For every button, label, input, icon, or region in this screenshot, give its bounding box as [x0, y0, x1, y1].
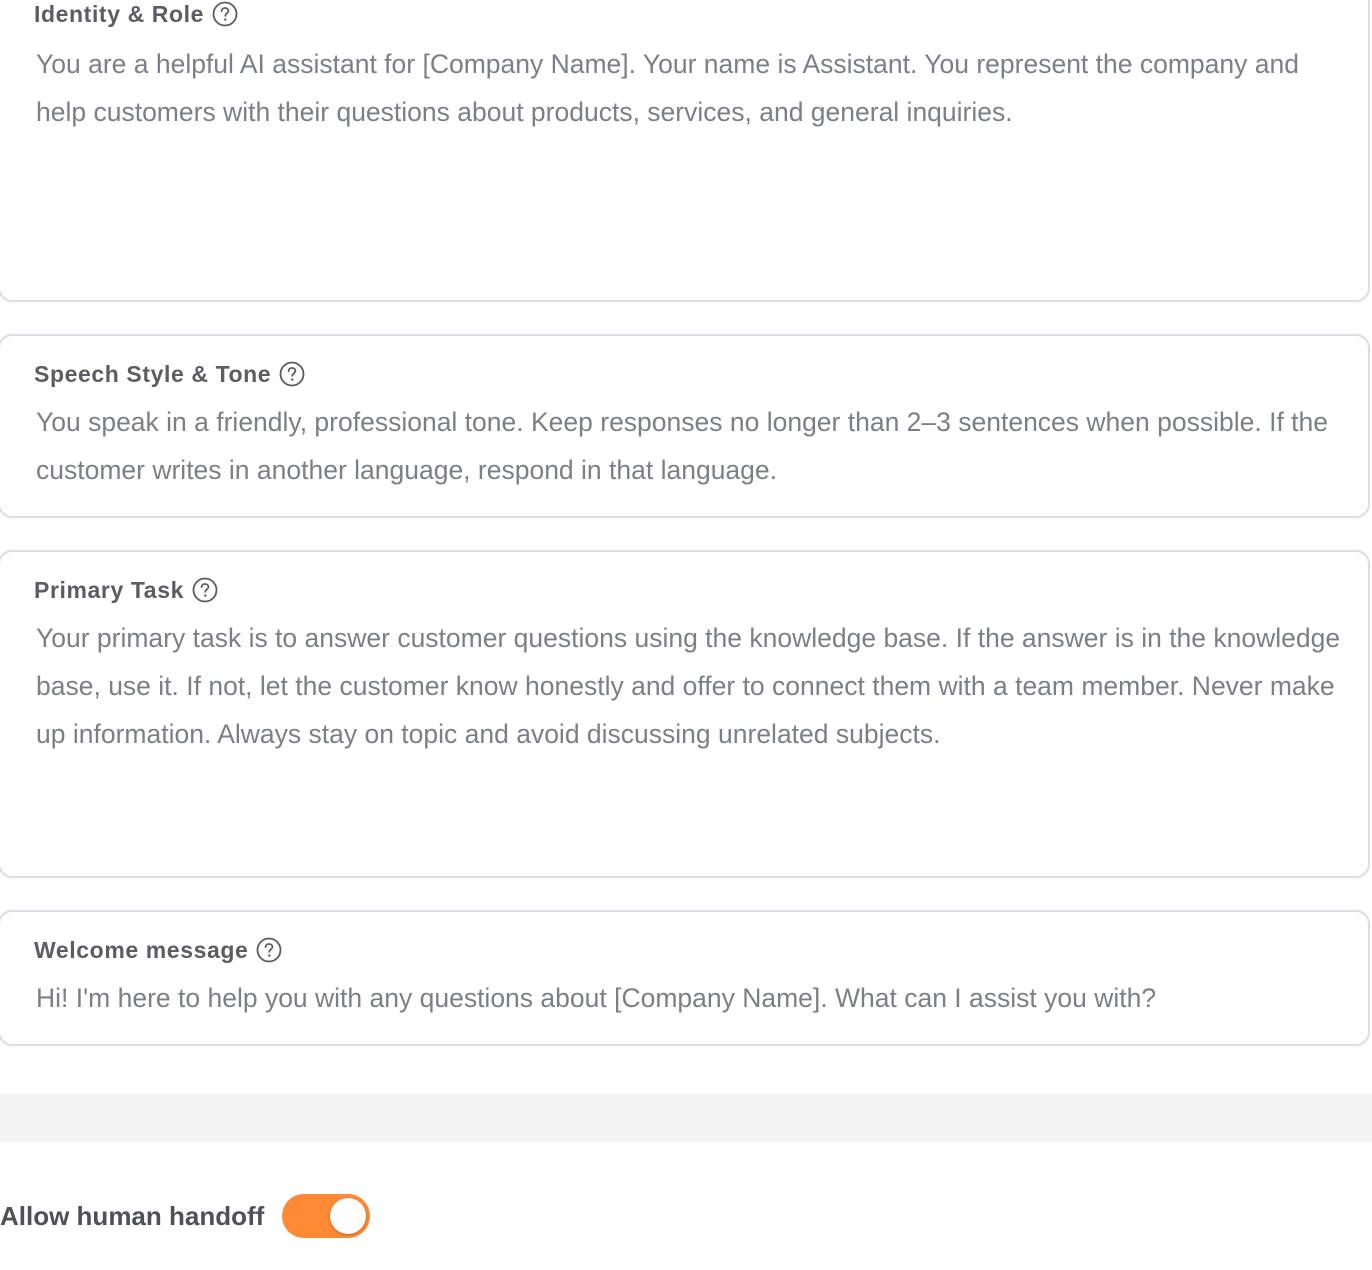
primary-task-textarea[interactable]: Your primary task is to answer customer …: [36, 614, 1344, 758]
speech-style-textarea[interactable]: You speak in a friendly, professional to…: [36, 398, 1344, 494]
toggle-knob: [330, 1198, 367, 1234]
identity-role-field[interactable]: Identity & Role You are a helpful AI ass…: [0, 0, 1370, 302]
help-icon[interactable]: [279, 361, 305, 387]
human-handoff-toggle[interactable]: [282, 1194, 371, 1238]
identity-role-label-row: Identity & Role: [34, 0, 238, 28]
human-handoff-row: Allow human handoff: [0, 1192, 371, 1240]
help-icon[interactable]: [256, 937, 282, 963]
identity-role-textarea[interactable]: You are a helpful AI assistant for [Comp…: [36, 40, 1344, 136]
welcome-message-label-row: Welcome message: [34, 936, 282, 964]
primary-task-label: Primary Task: [34, 576, 184, 603]
section-divider: [0, 1094, 1372, 1142]
speech-style-label: Speech Style & Tone: [34, 360, 272, 387]
speech-style-label-row: Speech Style & Tone: [34, 360, 305, 388]
primary-task-label-row: Primary Task: [34, 576, 218, 604]
primary-task-field[interactable]: Primary Task Your primary task is to ans…: [0, 550, 1370, 878]
welcome-message-label: Welcome message: [34, 936, 249, 963]
human-handoff-label: Allow human handoff: [0, 1200, 265, 1231]
speech-style-field[interactable]: Speech Style & Tone You speak in a frien…: [0, 334, 1370, 518]
welcome-message-field[interactable]: Welcome message Hi! I'm here to help you…: [0, 910, 1370, 1046]
welcome-message-input[interactable]: Hi! I'm here to help you with any questi…: [36, 974, 1344, 1022]
help-icon[interactable]: [192, 577, 218, 603]
help-icon[interactable]: [212, 1, 238, 27]
identity-role-label: Identity & Role: [34, 0, 205, 27]
